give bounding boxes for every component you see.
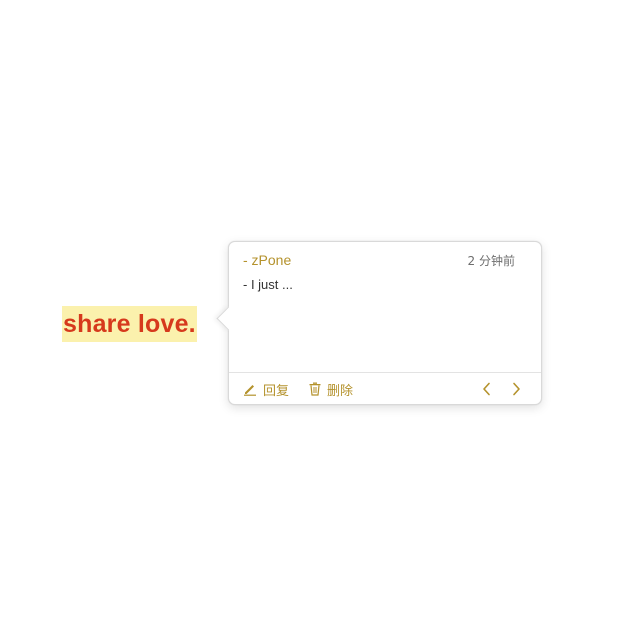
- trash-icon: [309, 382, 321, 396]
- divider: [229, 372, 541, 373]
- comment-author: - zPone: [243, 252, 292, 268]
- reply-label: 回复: [263, 383, 290, 399]
- next-comment-button[interactable]: [509, 380, 523, 398]
- chevron-left-icon: [482, 382, 490, 396]
- comment-navigation: [479, 380, 523, 398]
- highlighted-text: share love.: [63, 309, 196, 338]
- pencil-icon: [244, 385, 256, 396]
- comment-popover: - zPone 2 分钟前 - I just ... 回复 删除: [216, 241, 542, 405]
- previous-comment-button[interactable]: [479, 380, 493, 398]
- comment-text: - I just ...: [243, 277, 293, 292]
- highlighted-annotation[interactable]: share love.: [62, 306, 197, 342]
- delete-label: 删除: [327, 383, 354, 399]
- comment-header: - zPone 2 分钟前: [243, 251, 515, 269]
- comment-timestamp: 2 分钟前: [467, 253, 515, 268]
- comment-actions: 回复 删除: [243, 378, 527, 400]
- reply-button[interactable]: 回复: [243, 380, 289, 399]
- page-canvas: share love. - zPone 2 分钟前 - I just ... 回…: [0, 0, 640, 640]
- delete-button[interactable]: 删除: [309, 380, 353, 399]
- chevron-right-icon: [512, 382, 520, 396]
